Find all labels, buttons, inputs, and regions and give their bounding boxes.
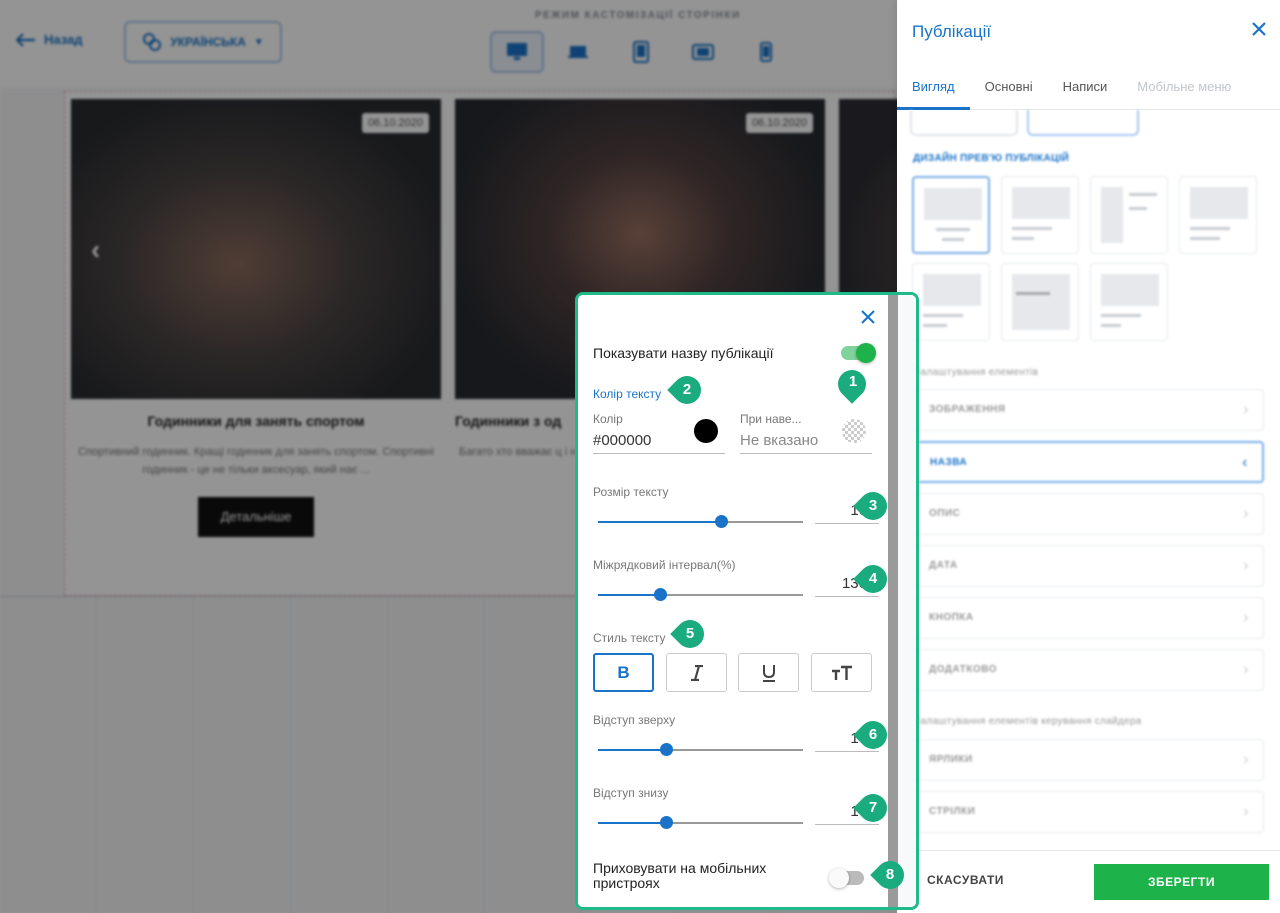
hide-mobile-toggle[interactable]: [829, 868, 864, 888]
show-title-label: Показувати назву публікації: [593, 345, 774, 361]
accordion-arrows[interactable]: СТРІЛКИ ›: [912, 791, 1264, 833]
font-size-label: Розмір тексту: [593, 485, 669, 499]
underline-icon: [762, 664, 775, 682]
accordion-label: ЗОБРАЖЕННЯ: [929, 404, 1006, 415]
text-color-label: Колір тексту: [593, 387, 662, 401]
chevron-right-icon: ›: [1243, 751, 1249, 768]
slider-thumb[interactable]: [653, 588, 667, 601]
tab-labels[interactable]: Написи: [1048, 66, 1123, 110]
publications-panel: Публікації Вигляд Основні Написи Мобільн…: [897, 0, 1280, 913]
font-size-slider[interactable]: [598, 515, 803, 528]
callout-marker: 2: [667, 370, 707, 410]
chevron-right-icon: ›: [1243, 803, 1249, 820]
italic-button[interactable]: [666, 653, 727, 692]
accordion-title[interactable]: НАЗВА ‹: [912, 441, 1264, 483]
accordion-button[interactable]: КНОПКА ›: [912, 597, 1264, 639]
panel-tabs: Вигляд Основні Написи Мобільне меню: [897, 66, 1280, 110]
text-case-button[interactable]: [811, 653, 872, 692]
accordion-additional[interactable]: ДОДАТКОВО ›: [912, 649, 1264, 691]
preview-design-option[interactable]: [1001, 176, 1079, 254]
text-style-label: Стиль тексту: [593, 631, 666, 645]
accordion-label: СТРІЛКИ: [929, 806, 976, 817]
accordion-description[interactable]: ОПИС ›: [912, 493, 1264, 535]
preview-design-option[interactable]: [1090, 176, 1168, 254]
chevron-right-icon: ›: [1243, 401, 1249, 418]
chevron-left-icon: ‹: [1242, 454, 1248, 471]
preview-design-option[interactable]: [1001, 263, 1079, 341]
padding-top-slider[interactable]: [598, 743, 803, 756]
design-section-label: ДИЗАЙН ПРЕВ'Ю ПУБЛІКАЦІЙ: [913, 153, 1070, 164]
chevron-right-icon: ›: [1243, 505, 1249, 522]
tab-mobile-menu[interactable]: Мобільне меню: [1122, 66, 1246, 110]
slider-thumb[interactable]: [659, 743, 673, 756]
hide-mobile-label: Приховувати на мобільних пристроях: [593, 860, 767, 891]
color-swatch[interactable]: [694, 419, 718, 443]
accordion-image[interactable]: ЗОБРАЖЕННЯ ›: [912, 389, 1264, 431]
save-button[interactable]: ЗБЕРЕГТИ: [1094, 864, 1269, 900]
panel-title: Публікації: [912, 22, 992, 41]
hover-color-label: При наве...: [740, 412, 802, 426]
chevron-right-icon: ›: [1243, 557, 1249, 574]
accordion-label: ДАТА: [929, 560, 958, 571]
accordion-label: ДОДАТКОВО: [929, 664, 997, 675]
layout-option[interactable]: [1027, 110, 1139, 136]
accordion-label: ОПИС: [929, 508, 961, 519]
accordion-label: ЯРЛИКИ: [929, 754, 973, 765]
callout-marker: 7: [853, 788, 893, 828]
bold-button[interactable]: B: [593, 653, 654, 692]
italic-icon: [690, 664, 703, 681]
color-field-value[interactable]: #000000: [593, 432, 651, 449]
tab-main[interactable]: Основні: [970, 66, 1048, 110]
callout-marker: 6: [853, 715, 893, 755]
field-underline: [740, 453, 872, 454]
accordion-labels[interactable]: ЯРЛИКИ ›: [912, 739, 1264, 781]
padding-top-label: Відступ зверху: [593, 713, 676, 727]
accordion-date[interactable]: ДАТА ›: [912, 545, 1264, 587]
callout-marker: 4: [853, 559, 893, 599]
accordion-label: НАЗВА: [930, 457, 968, 468]
chevron-right-icon: ›: [1243, 609, 1249, 626]
text-case-icon: [831, 665, 852, 680]
field-underline: [593, 453, 725, 454]
tab-view[interactable]: Вигляд: [897, 66, 970, 110]
popup-gutter: [898, 295, 916, 907]
preview-design-option[interactable]: [1090, 263, 1168, 341]
hover-color-swatch[interactable]: [842, 419, 866, 443]
popup-scrollbar[interactable]: [888, 295, 898, 907]
callout-marker: 5: [670, 614, 710, 654]
preview-design-option[interactable]: [912, 263, 990, 341]
chevron-right-icon: ›: [1243, 661, 1249, 678]
callout-marker: 8: [870, 855, 910, 895]
color-field-label: Колір: [593, 412, 623, 426]
close-icon[interactable]: [1252, 22, 1266, 41]
bold-icon: B: [617, 662, 630, 682]
slider-thumb[interactable]: [659, 816, 673, 829]
layout-option[interactable]: [910, 110, 1018, 136]
panel-footer: СКАСУВАТИ ЗБЕРЕГТИ: [897, 850, 1280, 913]
callout-marker: 1: [832, 364, 872, 404]
line-height-label: Міжрядковий інтервал(%): [593, 558, 736, 572]
show-title-toggle[interactable]: [841, 343, 876, 363]
underline-button[interactable]: [738, 653, 799, 692]
padding-bottom-slider[interactable]: [598, 816, 803, 829]
slider-controls-label: Налаштування елементів керування слайдер…: [913, 716, 1142, 727]
line-height-slider[interactable]: [598, 588, 803, 601]
preview-design-option[interactable]: [1179, 176, 1257, 254]
close-icon[interactable]: [861, 310, 875, 329]
preview-design-option[interactable]: [912, 176, 990, 254]
cancel-button[interactable]: СКАСУВАТИ: [927, 873, 1087, 887]
customize-elements-label: Налаштування елементів: [913, 367, 1039, 378]
callout-marker: 3: [853, 486, 893, 526]
padding-bottom-label: Відступ знизу: [593, 786, 669, 800]
slider-thumb[interactable]: [715, 515, 728, 528]
hover-color-value[interactable]: Не вказано: [740, 432, 818, 449]
accordion-label: КНОПКА: [929, 612, 974, 623]
